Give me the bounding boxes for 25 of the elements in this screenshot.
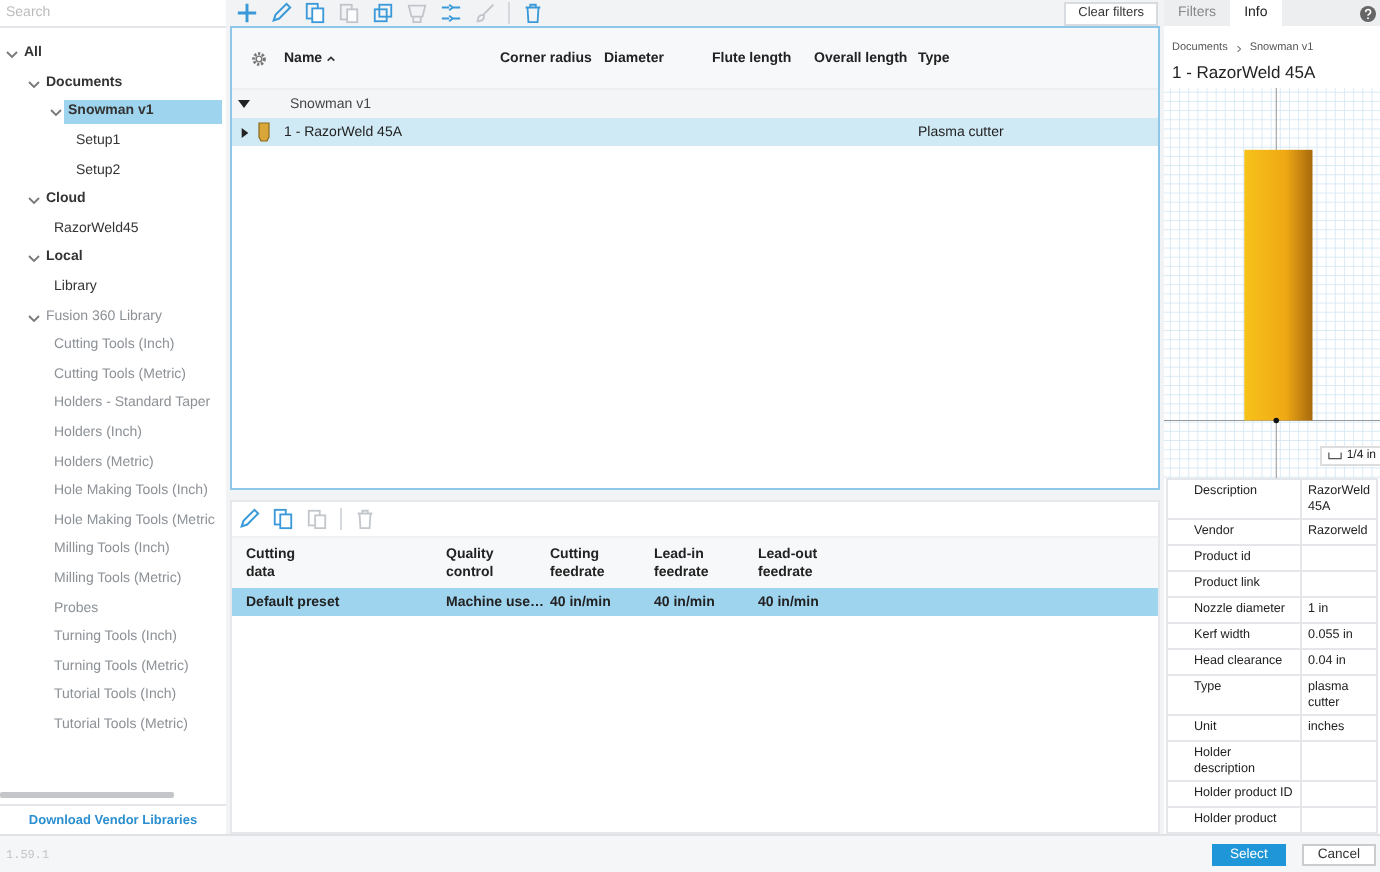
pencil-icon[interactable] [238,508,260,530]
help-icon[interactable] [1360,5,1376,21]
copy-icon[interactable] [272,508,294,530]
triangle-down-icon[interactable] [238,98,250,110]
origin-point [1273,417,1280,424]
chevron-down-icon[interactable] [26,250,42,267]
settings-icon[interactable] [250,49,268,67]
sort-ascending-icon [326,53,337,63]
trash-icon[interactable] [522,2,544,24]
pencil-icon[interactable] [270,2,292,24]
arrows-icon[interactable] [440,2,462,24]
tool-title: 1 - RazorWeld 45A [1170,60,1318,86]
plus-icon[interactable] [236,2,258,24]
ruler-icon [1328,452,1343,460]
chevron-down-icon[interactable] [4,46,20,63]
triangle-right-icon[interactable] [240,127,250,137]
chevron-down-icon[interactable] [48,104,64,121]
copy-icon[interactable] [304,2,326,24]
chevron-down-icon[interactable] [26,75,42,92]
chevron-right-icon [1235,43,1242,53]
stacked-squares-icon[interactable] [372,2,394,24]
cylinder-icon [258,122,270,142]
chevron-down-icon[interactable] [26,192,42,209]
scrollbar[interactable] [0,792,174,798]
chevron-down-icon[interactable] [26,309,42,326]
